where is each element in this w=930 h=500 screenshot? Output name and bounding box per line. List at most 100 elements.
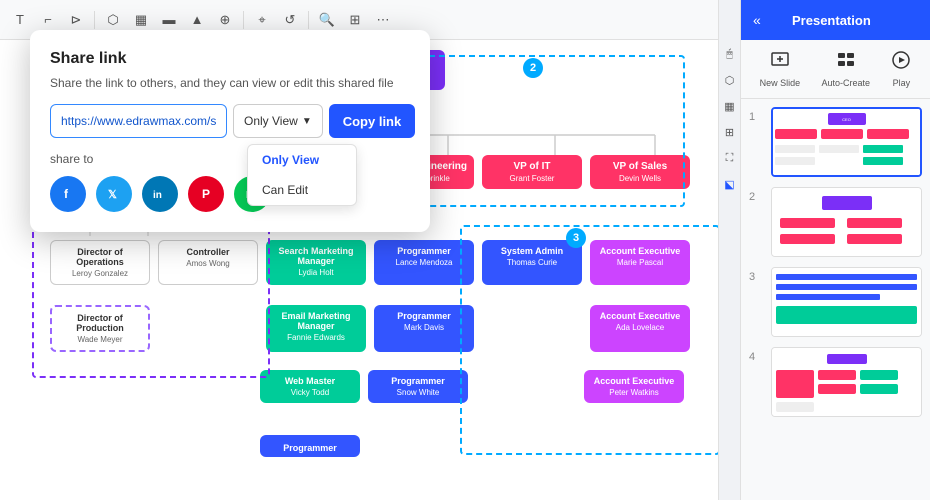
sub-row-4: Programmer (260, 435, 360, 457)
tool-arrow[interactable]: ⌐ (36, 8, 60, 32)
sub-acct-exec1[interactable]: Account Executive Marie Pascal (590, 240, 690, 285)
sub-programmer3-name: Snow White (374, 388, 462, 397)
play-tool[interactable]: Play (891, 50, 911, 88)
thumb3-line1 (776, 274, 917, 280)
sub-programmer3-title: Programmer (374, 376, 462, 386)
sub-email-mgr-name: Fannie Edwards (272, 333, 360, 342)
slide-thumb-3[interactable] (771, 267, 922, 337)
panel-header: « Presentation (741, 0, 930, 40)
facebook-share-icon[interactable]: f (50, 176, 86, 212)
share-dialog: Share link Share the link to others, and… (30, 30, 430, 232)
sep2 (243, 11, 244, 29)
thumb4-ceo (827, 354, 867, 364)
sub-acct-exec1-title: Account Executive (596, 246, 684, 256)
tool-cursor[interactable]: ⊳ (64, 8, 88, 32)
sub-programmer2[interactable]: Programmer Mark Davis (374, 305, 474, 352)
panel-collapse-icon[interactable]: « (753, 12, 761, 28)
dialog-title: Share link (50, 50, 410, 68)
slide-num-3: 3 (749, 271, 763, 283)
vp-sales-title: VP of Sales (596, 161, 684, 172)
tool-circle[interactable]: ⊕ (213, 8, 237, 32)
option-only-view[interactable]: Only View (248, 145, 356, 175)
sub-webmaster[interactable]: Web Master Vicky Todd (260, 370, 360, 403)
sub-controller-name: Amos Wong (165, 259, 251, 268)
thumb4-sub1 (860, 370, 898, 380)
thumb-vp3 (867, 129, 909, 139)
auto-create-icon (836, 50, 856, 75)
sub-acct-exec2-title: Account Executive (596, 311, 684, 321)
twitter-share-icon[interactable]: 𝕏 (96, 176, 132, 212)
option-can-edit[interactable]: Can Edit (248, 175, 356, 205)
tool-text[interactable]: T (8, 8, 32, 32)
slide-item-1[interactable]: 1 CEO (749, 107, 922, 177)
auto-create-tool[interactable]: Auto-Create (822, 50, 871, 88)
sub-director-prod-name: Wade Meyer (58, 335, 142, 344)
linkedin-share-icon[interactable]: in (142, 176, 178, 212)
thumb-content-4 (772, 348, 921, 416)
slide-thumb-2[interactable] (771, 187, 922, 257)
strip-grid-icon[interactable]: ▦ (721, 97, 739, 115)
sub-email-mgr[interactable]: Email Marketing Manager Fannie Edwards (266, 305, 366, 352)
tool-triangle[interactable]: ▲ (185, 8, 209, 32)
sub-row-2: Director of Production Wade Meyer Email … (50, 305, 690, 352)
view-mode-dropdown[interactable]: Only View ▼ (233, 104, 323, 138)
slide-item-4[interactable]: 4 (749, 347, 922, 417)
sub-sysadmin-name: Thomas Curie (488, 258, 576, 267)
new-slide-icon (770, 50, 790, 75)
panel-title: Presentation (792, 13, 871, 28)
slide-item-2[interactable]: 2 (749, 187, 922, 257)
tool-line[interactable]: ▬ (157, 8, 181, 32)
strip-frame-icon[interactable]: ⛶ (721, 149, 739, 167)
strip-cursor-icon[interactable]: 🖱 (721, 45, 739, 63)
strip-image-icon[interactable]: ⊞ (721, 123, 739, 141)
sub-director-prod-title: Director of Production (58, 313, 142, 333)
badge-2: 2 (523, 58, 543, 78)
slide-thumb-4[interactable] (771, 347, 922, 417)
sub-webmaster-title: Web Master (266, 376, 354, 386)
sub-spacer (158, 305, 258, 352)
sub-sysadmin[interactable]: System Admin Thomas Curie (482, 240, 582, 285)
tool-grid[interactable]: ⊞ (343, 8, 367, 32)
sep3 (308, 11, 309, 29)
vp-sales[interactable]: VP of Sales Devin Wells (590, 155, 690, 189)
slide-item-3[interactable]: 3 (749, 267, 922, 337)
sub-programmer1[interactable]: Programmer Lance Mendoza (374, 240, 474, 285)
tool-zoom[interactable]: 🔍 (315, 8, 339, 32)
sub-programmer3[interactable]: Programmer Snow White (368, 370, 468, 403)
thumb3-line2 (776, 284, 917, 290)
sub-acct-exec3[interactable]: Account Executive Peter Watkins (584, 370, 684, 403)
tool-table[interactable]: ▦ (129, 8, 153, 32)
sub-acct-exec2[interactable]: Account Executive Ada Lovelace (590, 305, 690, 352)
strip-shape-icon[interactable]: ⬡ (721, 71, 739, 89)
tool-more[interactable]: ⋯ (371, 8, 395, 32)
slide-num-1: 1 (749, 111, 763, 123)
tool-rotate[interactable]: ↺ (278, 8, 302, 32)
strip-present-icon[interactable]: ⬕ (721, 175, 739, 193)
sub-acct-exec1-name: Marie Pascal (596, 258, 684, 267)
link-input[interactable] (50, 104, 227, 138)
sub-programmer4-title: Programmer (266, 443, 354, 453)
slide-num-4: 4 (749, 351, 763, 363)
sub-search-mgr[interactable]: Search Marketing Manager Lydia Holt (266, 240, 366, 285)
new-slide-tool[interactable]: New Slide (760, 50, 801, 88)
thumb2-vp4 (847, 234, 902, 244)
sub-programmer4[interactable]: Programmer (260, 435, 360, 457)
sub-controller[interactable]: Controller Amos Wong (158, 240, 258, 285)
svg-text:P: P (202, 187, 210, 201)
sub-director-prod[interactable]: Director of Production Wade Meyer (50, 305, 150, 352)
vp-it[interactable]: VP of IT Grant Foster (482, 155, 582, 189)
sub-director-ops[interactable]: Director of Operations Leroy Gonzalez (50, 240, 150, 285)
sub-spacer2 (482, 305, 582, 352)
thumb3-line3 (776, 294, 880, 300)
slide-thumb-1[interactable]: CEO (771, 107, 922, 177)
pinterest-share-icon[interactable]: P (188, 176, 224, 212)
tool-align[interactable]: ⌖ (250, 8, 274, 32)
sub-acct-exec2-name: Ada Lovelace (596, 323, 684, 332)
thumb4-sub2 (860, 384, 898, 394)
auto-create-label: Auto-Create (822, 78, 871, 88)
sub-programmer1-name: Lance Mendoza (380, 258, 468, 267)
tool-shape[interactable]: ⬡ (101, 8, 125, 32)
copy-link-button[interactable]: Copy link (329, 104, 416, 138)
thumb2-vp2 (847, 218, 902, 228)
dialog-description: Share the link to others, and they can v… (50, 76, 410, 90)
